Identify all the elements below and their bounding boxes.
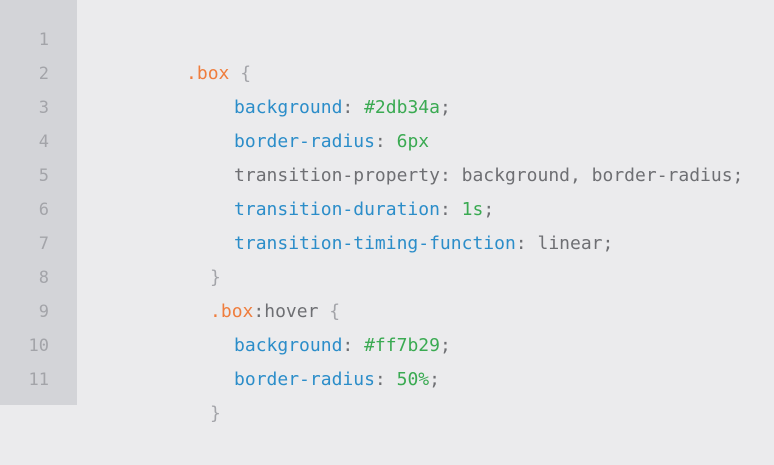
line-number: 2 bbox=[38, 64, 49, 84]
code-line: transition-duration: 1s; bbox=[77, 159, 774, 220]
code-line: .box:hover { bbox=[77, 261, 774, 322]
code-line: .box { bbox=[77, 23, 774, 84]
line-number: 6 bbox=[38, 200, 49, 220]
code-line: transition-timing-function: linear; bbox=[77, 193, 774, 254]
line-number: 3 bbox=[38, 98, 49, 118]
code-line: background: #ff7b29; bbox=[77, 295, 774, 356]
line-number: 1 bbox=[38, 30, 49, 50]
code-area[interactable]: .box { background: #2db34a; border-radiu… bbox=[77, 0, 774, 424]
line-number: 8 bbox=[38, 268, 49, 288]
line-number: 7 bbox=[38, 234, 49, 254]
line-number: 5 bbox=[38, 166, 49, 186]
code-line: } bbox=[77, 363, 774, 424]
line-number: 9 bbox=[38, 302, 49, 322]
close-brace: } bbox=[210, 403, 221, 424]
code-line: transition-property: background, border-… bbox=[77, 125, 774, 186]
code-line: } bbox=[77, 227, 774, 288]
line-number-gutter: 1 2 3 4 5 6 7 8 9 10 11 bbox=[0, 0, 77, 405]
code-line: background: #2db34a; bbox=[77, 57, 774, 118]
line-number: 10 bbox=[28, 336, 49, 356]
line-number: 11 bbox=[28, 370, 49, 390]
code-editor: 1 2 3 4 5 6 7 8 9 10 11 .box { backgroun… bbox=[0, 0, 774, 424]
line-number: 4 bbox=[38, 132, 49, 152]
code-line: border-radius: 6px bbox=[77, 91, 774, 152]
code-line: border-radius: 50%; bbox=[77, 329, 774, 390]
